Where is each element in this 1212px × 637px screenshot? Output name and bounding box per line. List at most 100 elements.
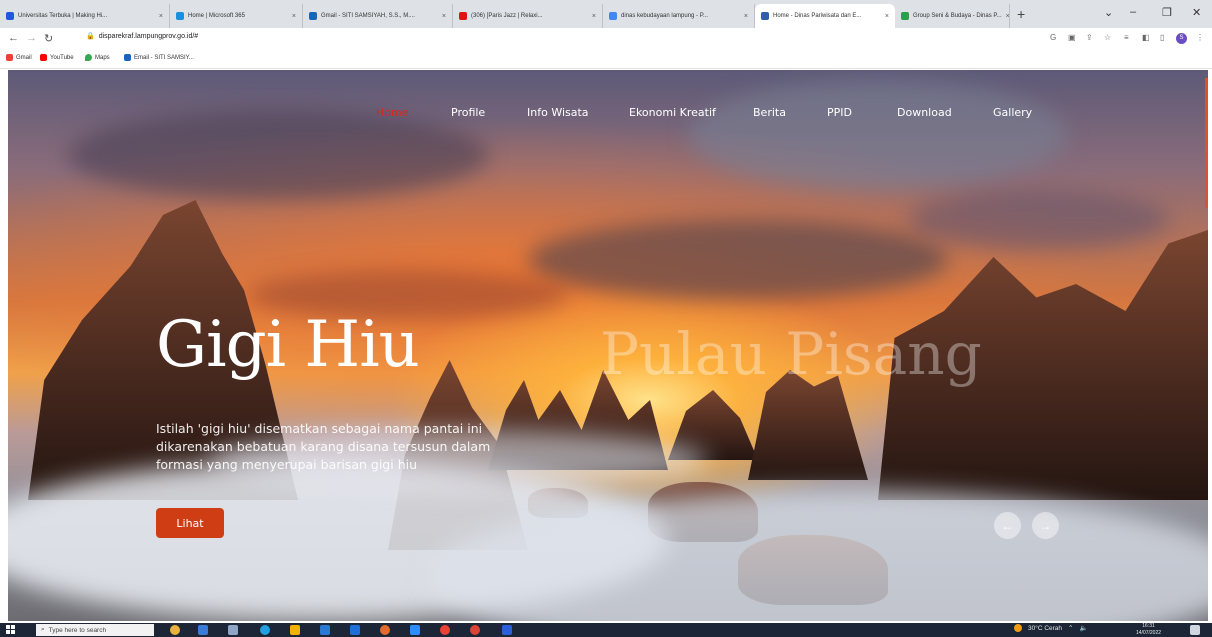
url-text: disparekraf.lampungprov.go.id/# xyxy=(98,32,199,40)
nav-profile[interactable]: Profile xyxy=(451,106,485,119)
nav-gallery[interactable]: Gallery xyxy=(993,106,1032,119)
browser-tab[interactable]: Universitas Terbuka | Making Hi... × xyxy=(0,4,170,28)
task-view-icon[interactable] xyxy=(198,625,208,635)
store-icon[interactable] xyxy=(320,625,330,635)
tab-close-icon[interactable]: × xyxy=(885,13,889,20)
bookmark-youtube[interactable]: YouTube xyxy=(40,54,74,61)
edge-icon[interactable] xyxy=(260,625,270,635)
next-slide-arrow-icon[interactable]: → xyxy=(1032,512,1059,539)
task-view-icon[interactable] xyxy=(228,625,238,635)
clock-time: 16:31 xyxy=(1142,623,1155,629)
tab-close-icon[interactable]: × xyxy=(292,13,296,20)
chrome-icon[interactable] xyxy=(470,625,480,635)
minimize-icon[interactable]: – xyxy=(1130,6,1136,18)
search-icon: ⌕ xyxy=(41,626,45,633)
tab-favicon-icon xyxy=(6,12,14,20)
mail-icon[interactable] xyxy=(350,625,360,635)
taskbar-clock[interactable]: 16:31 14/07/2022 xyxy=(1136,623,1161,637)
bookmark-label: Email - SITI SAMSIY... xyxy=(134,54,194,61)
nav-info-wisata[interactable]: Info Wisata xyxy=(527,106,589,119)
search-placeholder: Type here to search xyxy=(48,626,107,634)
slide-title: Gigi Hiu xyxy=(156,308,420,382)
reload-icon[interactable]: ↻ xyxy=(44,32,53,45)
scroll-indicator xyxy=(1205,78,1208,208)
windows-start-icon[interactable] xyxy=(6,625,16,635)
tab-label: Universitas Terbuka | Making Hi... xyxy=(18,13,108,19)
outlook-icon xyxy=(124,54,131,61)
nav-ekonomi-kreatif[interactable]: Ekonomi Kreatif xyxy=(629,106,716,119)
nav-download[interactable]: Download xyxy=(897,106,952,119)
tab-favicon-icon xyxy=(609,12,617,20)
browser-tab[interactable]: Home | Microsoft 365 × xyxy=(170,4,303,28)
weather-text[interactable]: 30°C Cerah xyxy=(1028,625,1062,632)
tab-label: (306) [Paris Jazz | Relaxi... xyxy=(471,13,543,19)
volume-icon[interactable]: 🔈 xyxy=(1080,624,1088,632)
tab-close-icon[interactable]: × xyxy=(1006,13,1009,20)
cloud-shape xyxy=(688,80,1068,190)
hero-slider: Home Profile Info Wisata Ekonomi Kreatif… xyxy=(8,70,1208,621)
word-icon[interactable] xyxy=(502,625,512,635)
lihat-button[interactable]: Lihat xyxy=(156,508,224,538)
bookmark-star-icon[interactable]: ☆ xyxy=(1104,33,1111,42)
sidebar-icon[interactable]: ▯ xyxy=(1160,33,1164,42)
youtube-icon xyxy=(40,54,47,61)
tab-close-icon[interactable]: × xyxy=(744,13,748,20)
browser-tab-bar: Universitas Terbuka | Making Hi... × Hom… xyxy=(0,0,1212,28)
weather-sun-icon xyxy=(1014,624,1022,632)
cloud-shape xyxy=(68,110,488,200)
browser-tab[interactable]: dinas kebudayaan lampung - P... × xyxy=(603,4,755,28)
translate-icon[interactable]: ▣ xyxy=(1068,33,1076,42)
file-explorer-icon[interactable] xyxy=(290,625,300,635)
chrome-icon[interactable] xyxy=(440,625,450,635)
arrow-glyph: ← xyxy=(1001,518,1014,533)
share-icon[interactable]: ⇪ xyxy=(1086,33,1093,42)
clock-date: 14/07/2022 xyxy=(1136,630,1162,636)
reading-list-icon[interactable]: ≡ xyxy=(1124,33,1129,42)
close-window-icon[interactable]: ✕ xyxy=(1192,6,1201,19)
notification-icon[interactable] xyxy=(1190,625,1200,635)
browser-tab[interactable]: Group Seni & Budaya - Dinas P... × xyxy=(895,4,1010,28)
browser-menu-icon[interactable]: ⋮ xyxy=(1196,33,1204,42)
widgets-icon[interactable] xyxy=(170,625,180,635)
tab-label: Gmail - SITI SAMSIYAH, S.S., M.... xyxy=(321,13,415,19)
browser-tab-active[interactable]: Home - Dinas Pariwisata dan E... × xyxy=(755,4,895,28)
new-tab-button[interactable]: + xyxy=(1017,6,1025,22)
bookmark-gmail[interactable]: Gmail xyxy=(6,54,32,61)
gmail-icon xyxy=(6,54,13,61)
google-lens-icon[interactable]: G xyxy=(1050,33,1056,42)
tab-favicon-icon xyxy=(176,12,184,20)
slide-description: Istilah 'gigi hiu' disematkan sebagai na… xyxy=(156,421,491,472)
profile-avatar[interactable]: S xyxy=(1176,33,1187,44)
tab-close-icon[interactable]: × xyxy=(159,13,163,20)
bookmark-label: YouTube xyxy=(50,54,74,61)
tab-label: Home - Dinas Pariwisata dan E... xyxy=(773,13,862,19)
tab-favicon-icon xyxy=(459,12,467,20)
back-arrow-icon[interactable]: ← xyxy=(8,32,19,44)
nav-ppid[interactable]: PPID xyxy=(827,106,852,119)
url-field[interactable]: 🔒 disparekraf.lampungprov.go.id/# xyxy=(86,32,199,41)
prev-slide-arrow-icon[interactable]: ← xyxy=(994,512,1021,539)
browser-tab[interactable]: Gmail - SITI SAMSIYAH, S.S., M.... × xyxy=(303,4,453,28)
extensions-icon[interactable]: ◧ xyxy=(1142,33,1150,42)
chevron-up-icon[interactable]: ⌃ xyxy=(1068,624,1073,632)
forward-arrow-icon[interactable]: → xyxy=(26,32,37,44)
arrow-glyph: → xyxy=(1039,518,1052,533)
tab-label: dinas kebudayaan lampung - P... xyxy=(621,13,708,19)
nav-berita[interactable]: Berita xyxy=(753,106,786,119)
address-toolbar: ← → ↻ 🔒 disparekraf.lampungprov.go.id/# … xyxy=(0,28,1212,50)
system-tray: 30°C Cerah ⌃ 🔈 xyxy=(1014,624,1088,632)
firefox-icon[interactable] xyxy=(380,625,390,635)
lock-icon: 🔒 xyxy=(86,33,95,40)
windows-taskbar: ⌕ Type here to search 30°C Cerah ⌃ 🔈 16:… xyxy=(0,623,1212,637)
bookmark-email[interactable]: Email - SITI SAMSIY... xyxy=(124,54,194,61)
tab-search-chevron-icon[interactable]: ⌄ xyxy=(1104,6,1113,19)
maximize-icon[interactable]: ❐ xyxy=(1162,6,1172,19)
browser-tab[interactable]: (306) [Paris Jazz | Relaxi... × xyxy=(453,4,603,28)
zoom-icon[interactable] xyxy=(410,625,420,635)
tab-close-icon[interactable]: × xyxy=(592,13,596,20)
taskbar-search-input[interactable]: ⌕ Type here to search xyxy=(36,624,154,636)
bookmark-maps[interactable]: Maps xyxy=(85,54,110,61)
tab-close-icon[interactable]: × xyxy=(442,13,446,20)
nav-home[interactable]: Home xyxy=(376,106,408,119)
maps-pin-icon xyxy=(85,54,92,61)
